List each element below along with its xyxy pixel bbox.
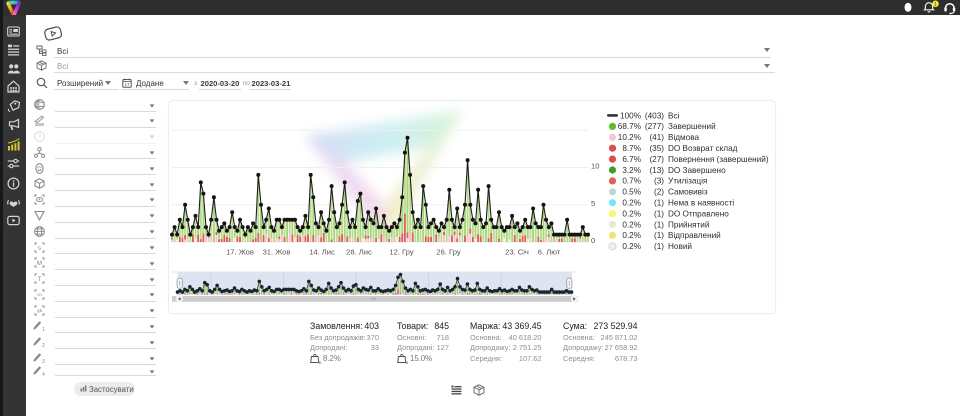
svg-text:6. Лют: 6. Лют <box>538 248 561 257</box>
svg-text:3.2%: 3.2% <box>622 166 641 175</box>
svg-text:0.2%: 0.2% <box>622 220 641 229</box>
svg-text:(3): (3) <box>654 177 664 186</box>
svg-text:Відправлений: Відправлений <box>668 231 721 240</box>
svg-text:(277): (277) <box>645 122 664 131</box>
svg-text:Всі: Всі <box>668 111 680 120</box>
svg-text:Утилізація: Утилізація <box>668 177 707 186</box>
svg-text:(2): (2) <box>654 188 664 197</box>
svg-text:68.7%: 68.7% <box>618 122 641 131</box>
svg-text:(1): (1) <box>654 220 664 229</box>
svg-text:0.2%: 0.2% <box>622 231 641 240</box>
svg-text:Новий: Новий <box>668 242 692 251</box>
svg-text:26. Гру: 26. Гру <box>436 248 460 257</box>
svg-text:(1): (1) <box>654 209 664 218</box>
svg-text:0.5%: 0.5% <box>622 188 641 197</box>
svg-text:14. Лис: 14. Лис <box>309 248 335 257</box>
svg-text:(27): (27) <box>649 155 664 164</box>
svg-text:8.7%: 8.7% <box>622 144 641 153</box>
svg-text:0.2%: 0.2% <box>622 199 641 208</box>
svg-text:(1): (1) <box>654 199 664 208</box>
svg-text:DO Отправлено: DO Отправлено <box>668 209 729 218</box>
svg-text:Завершений: Завершений <box>668 122 716 131</box>
svg-text:Прийнятий: Прийнятий <box>668 220 709 229</box>
svg-text:31. Жов: 31. Жов <box>263 248 291 257</box>
svg-text:(1): (1) <box>654 242 664 251</box>
svg-text:(1): (1) <box>654 231 664 240</box>
svg-text:Відмова: Відмова <box>668 133 699 142</box>
svg-text:x: x <box>406 360 408 364</box>
svg-text:10: 10 <box>591 162 599 171</box>
svg-text:Нема в наявності: Нема в наявності <box>668 199 734 208</box>
svg-text:DO Возврат склад: DO Возврат склад <box>668 144 738 153</box>
svg-text:0.2%: 0.2% <box>622 209 641 218</box>
svg-text:0.7%: 0.7% <box>622 177 641 186</box>
svg-text:28. Лис: 28. Лис <box>346 248 372 257</box>
svg-text:6.7%: 6.7% <box>622 155 641 164</box>
svg-text:(403): (403) <box>645 111 664 120</box>
svg-text:x: x <box>319 360 321 364</box>
svg-text:0.2%: 0.2% <box>622 242 641 251</box>
svg-text:17. Жов: 17. Жов <box>226 248 254 257</box>
svg-text:Повернення (завершений): Повернення (завершений) <box>668 155 769 164</box>
svg-text:(13): (13) <box>649 166 664 175</box>
svg-text:12. Гру: 12. Гру <box>389 248 413 257</box>
svg-text:10.2%: 10.2% <box>618 133 641 142</box>
svg-text:23. Січ: 23. Січ <box>505 248 529 257</box>
svg-text:DO Завершено: DO Завершено <box>668 166 726 175</box>
svg-text:(35): (35) <box>649 144 664 153</box>
svg-text:100%: 100% <box>620 111 641 120</box>
svg-text:(41): (41) <box>649 133 664 142</box>
svg-text:Самовивіз: Самовивіз <box>668 188 708 197</box>
svg-text:5: 5 <box>591 199 595 208</box>
svg-text:0: 0 <box>591 236 595 245</box>
